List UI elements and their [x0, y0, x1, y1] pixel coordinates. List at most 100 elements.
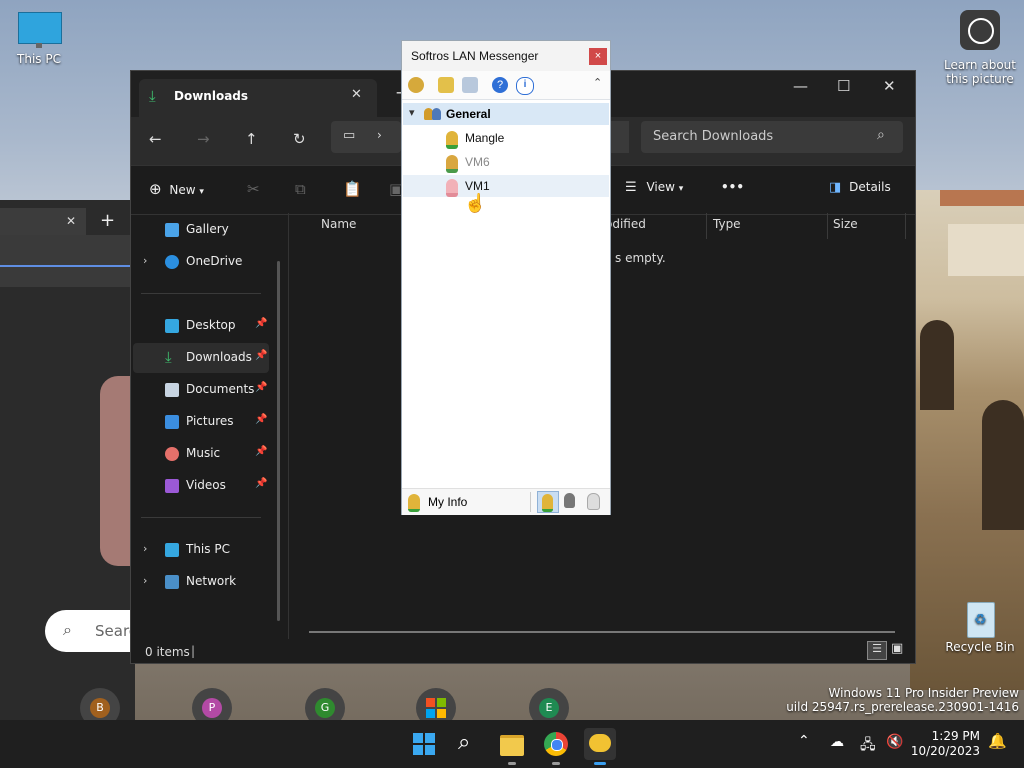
- volume-muted-icon[interactable]: 🔇: [886, 734, 903, 750]
- cut-icon[interactable]: ✂: [247, 180, 260, 198]
- desktop-folder-icon: [165, 319, 179, 333]
- clock[interactable]: 1:29 PM 10/20/2023: [910, 729, 980, 759]
- column-header-name[interactable]: Name: [321, 217, 356, 231]
- notification-bell-icon[interactable]: 🔔: [988, 732, 1007, 750]
- maximize-icon[interactable]: ☐: [837, 77, 850, 95]
- taskbar-lan-messenger[interactable]: [584, 728, 616, 765]
- lan-messenger-window[interactable]: Softros LAN Messenger × ? i ⌃ ▾ General …: [401, 40, 611, 515]
- info-icon[interactable]: i: [516, 77, 534, 95]
- close-icon[interactable]: ✕: [66, 214, 76, 228]
- column-header-size[interactable]: Size: [833, 217, 858, 231]
- pin-icon[interactable]: 📌: [255, 478, 267, 489]
- background-browser-window[interactable]: ✕ + ⌕ Searc: [0, 200, 137, 720]
- column-header-modified[interactable]: odified: [605, 217, 646, 231]
- view-lines-icon: ☰: [625, 180, 637, 195]
- taskbar-file-explorer[interactable]: [496, 728, 528, 765]
- messenger-chat-icon: [589, 734, 611, 752]
- nav-item-downloads[interactable]: ⤓ Downloads 📌: [133, 343, 269, 373]
- nav-scrollbar[interactable]: [277, 261, 280, 621]
- contact-name: Mangle: [465, 131, 505, 145]
- nav-item-videos[interactable]: Videos 📌: [133, 471, 269, 501]
- taskbar-chrome[interactable]: [540, 728, 572, 765]
- close-icon[interactable]: ×: [589, 48, 607, 65]
- column-header-type[interactable]: Type: [713, 217, 741, 231]
- nav-item-documents[interactable]: Documents 📌: [133, 375, 269, 405]
- contact-row-vm1[interactable]: VM1: [403, 175, 609, 197]
- user-online-icon: [446, 131, 458, 149]
- chevron-right-icon: ›: [377, 128, 382, 142]
- pin-icon[interactable]: 📌: [255, 446, 267, 457]
- status-separator: |: [191, 644, 196, 658]
- onedrive-tray-icon[interactable]: ☁: [830, 734, 844, 750]
- status-offline-icon[interactable]: [587, 493, 600, 510]
- new-button[interactable]: ⊕ New ▾: [149, 180, 204, 198]
- desktop-icon-label: This PC: [17, 52, 61, 66]
- details-button[interactable]: ◨ Details: [829, 180, 891, 195]
- search-downloads-input[interactable]: Search Downloads ⌕: [641, 121, 903, 153]
- collapse-chevron-icon[interactable]: ⌃: [593, 76, 602, 89]
- recycle-bin-icon: ♻: [964, 598, 996, 638]
- show-hidden-icons-chevron[interactable]: ⌃: [798, 733, 810, 749]
- up-arrow-icon[interactable]: ↑: [245, 130, 258, 148]
- horizontal-scrollbar[interactable]: [309, 631, 895, 633]
- network-tray-icon[interactable]: 🖧: [860, 734, 876, 758]
- status-online-button[interactable]: [537, 491, 559, 513]
- more-options-icon[interactable]: •••: [721, 180, 744, 194]
- copy-icon[interactable]: ⧉: [295, 180, 306, 198]
- status-away-icon[interactable]: [564, 493, 575, 508]
- explorer-tab-downloads[interactable]: ⤓ Downloads ✕: [139, 79, 377, 117]
- nav-label: Network: [186, 574, 237, 588]
- watermark-line2: uild 25947.rs_prerelease.230901-1416: [786, 700, 1019, 714]
- desktop-icon-this-pc[interactable]: This PC: [4, 12, 74, 66]
- nav-item-desktop[interactable]: Desktop 📌: [133, 311, 269, 341]
- desktop-icon-learn-about-picture[interactable]: Learn about this picture: [940, 10, 1020, 86]
- tiles-view-icon[interactable]: ▣: [891, 641, 903, 656]
- desktop-icon-label: Learn about: [944, 58, 1016, 72]
- nav-item-network[interactable]: › Network: [133, 567, 269, 597]
- contact-row-mangle[interactable]: Mangle: [403, 127, 609, 149]
- contact-group-general[interactable]: ▾ General: [403, 103, 609, 125]
- new-tab-icon[interactable]: +: [100, 210, 115, 231]
- help-icon[interactable]: ?: [492, 77, 508, 93]
- address-path-box[interactable]: ▭ ›: [331, 121, 401, 153]
- minimize-icon[interactable]: —: [793, 77, 808, 95]
- nav-item-music[interactable]: Music 📌: [133, 439, 269, 469]
- start-button[interactable]: [408, 728, 440, 760]
- taskbar-search-button[interactable]: ⌕: [452, 728, 484, 760]
- settings-gear-icon[interactable]: [408, 77, 424, 93]
- close-icon[interactable]: ✕: [351, 87, 362, 102]
- desktop-icon-recycle-bin[interactable]: ♻ Recycle Bin: [940, 598, 1020, 654]
- nav-item-gallery[interactable]: Gallery: [133, 215, 269, 245]
- message-history-icon[interactable]: [462, 77, 478, 93]
- paste-icon[interactable]: 📋: [343, 180, 362, 198]
- messenger-title-bar[interactable]: Softros LAN Messenger ×: [402, 41, 610, 71]
- folder-icon: [500, 735, 524, 756]
- nav-item-this-pc[interactable]: › This PC: [133, 535, 269, 565]
- view-button[interactable]: ☰ View ▾: [625, 180, 683, 195]
- shortcut-letter: E: [539, 698, 559, 718]
- browser-search-box[interactable]: ⌕ Searc: [45, 610, 137, 652]
- open-folder-icon[interactable]: [438, 77, 454, 93]
- pin-icon[interactable]: 📌: [255, 318, 267, 329]
- refresh-icon[interactable]: ↻: [293, 130, 306, 148]
- details-view-icon[interactable]: ☰: [867, 641, 887, 660]
- nav-label: Music: [186, 446, 221, 460]
- chrome-icon: [544, 732, 568, 756]
- back-arrow-icon[interactable]: ←: [149, 130, 162, 148]
- camera-info-icon: [960, 10, 1000, 50]
- nav-label: Desktop: [186, 318, 236, 332]
- chevron-down-icon[interactable]: ▾: [409, 106, 415, 119]
- close-window-icon[interactable]: ✕: [883, 77, 896, 95]
- nav-item-pictures[interactable]: Pictures 📌: [133, 407, 269, 437]
- contact-row-vm6[interactable]: VM6: [403, 151, 609, 173]
- pin-icon[interactable]: 📌: [255, 414, 267, 425]
- pin-icon[interactable]: 📌: [255, 350, 267, 361]
- contact-name: VM1: [465, 179, 490, 193]
- nav-item-onedrive[interactable]: › OneDrive: [133, 247, 269, 277]
- pin-icon[interactable]: 📌: [255, 382, 267, 393]
- forward-arrow-icon[interactable]: →: [197, 130, 210, 148]
- monitor-icon: [165, 543, 179, 557]
- browser-tab[interactable]: ✕: [0, 208, 86, 236]
- details-label: Details: [849, 180, 891, 194]
- shortcut-letter: P: [202, 698, 222, 718]
